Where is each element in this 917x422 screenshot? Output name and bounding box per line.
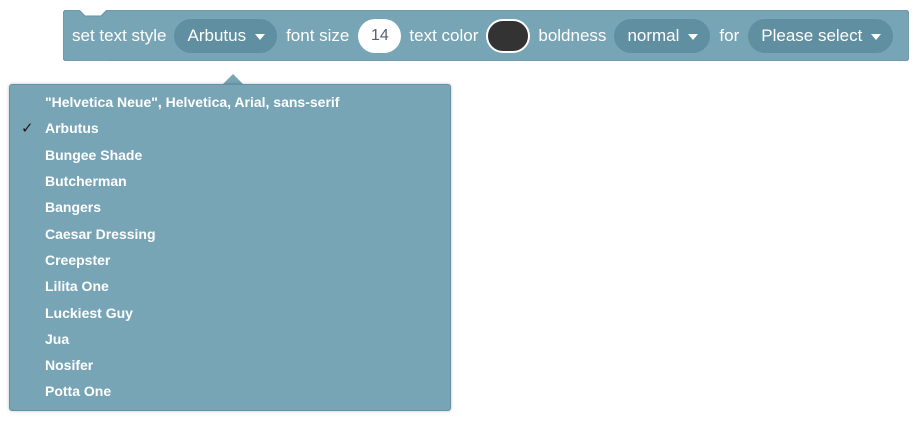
menu-item-label: Creepster: [45, 251, 111, 268]
menu-item-label: Arbutus: [45, 120, 99, 137]
menu-item-label: Potta One: [45, 383, 112, 400]
chevron-down-icon: [688, 33, 699, 40]
block-fields: set text style Arbutus font size 14 text…: [63, 18, 894, 54]
menu-item[interactable]: Bungee Shade: [10, 142, 450, 168]
menu-item[interactable]: Creepster: [10, 247, 450, 273]
boldness-label: boldness: [538, 26, 607, 45]
menu-item-label: Jua: [45, 330, 70, 347]
target-dropdown-value: Please select: [761, 26, 863, 45]
menu-item[interactable]: Butcherman: [10, 168, 450, 194]
boldness-dropdown-value: normal: [627, 26, 680, 45]
menu-item-label: Bangers: [45, 199, 102, 216]
boldness-dropdown[interactable]: normal: [614, 19, 711, 53]
workspace: set text style Arbutus font size 14 text…: [0, 0, 917, 422]
menu-item-label: "Helvetica Neue", Helvetica, Arial, sans…: [45, 94, 340, 111]
chevron-down-icon: [871, 33, 882, 40]
menu-item-label: Butcherman: [45, 173, 127, 190]
menu-item-label: Lilita One: [45, 278, 109, 295]
menu-item[interactable]: Lilita One: [10, 273, 450, 299]
menu-item-label: Nosifer: [45, 357, 94, 374]
menu-item-label: Bungee Shade: [45, 146, 143, 163]
text-color-label: text color: [409, 26, 479, 45]
font-size-label: font size: [286, 26, 350, 45]
menu-item[interactable]: Jua: [10, 326, 450, 352]
chevron-down-icon: [255, 33, 266, 40]
menu-item[interactable]: Caesar Dressing: [10, 220, 450, 246]
menu-item[interactable]: Nosifer: [10, 352, 450, 378]
checkmark-icon: ✓: [21, 120, 34, 138]
font-dropdown-value: Arbutus: [187, 26, 247, 45]
set-text-style-block[interactable]: set text style Arbutus font size 14 text…: [63, 10, 909, 61]
font-dropdown-menu: "Helvetica Neue", Helvetica, Arial, sans…: [9, 84, 451, 411]
menu-item[interactable]: Bangers: [10, 194, 450, 220]
text-color-swatch[interactable]: [486, 19, 531, 53]
menu-item[interactable]: "Helvetica Neue", Helvetica, Arial, sans…: [10, 89, 450, 115]
set-text-style-label: set text style: [72, 26, 167, 45]
menu-item[interactable]: Potta One: [10, 378, 450, 404]
font-size-input[interactable]: 14: [358, 19, 402, 53]
for-label: for: [719, 26, 740, 45]
menu-item[interactable]: Luckiest Guy: [10, 299, 450, 325]
menu-item-label: Caesar Dressing: [45, 225, 156, 242]
target-dropdown[interactable]: Please select: [748, 19, 894, 53]
font-dropdown[interactable]: Arbutus: [174, 19, 278, 53]
dropdown-pointer: [223, 74, 243, 84]
menu-item-label: Luckiest Guy: [45, 304, 133, 321]
menu-item[interactable]: ✓ Arbutus: [10, 115, 450, 141]
